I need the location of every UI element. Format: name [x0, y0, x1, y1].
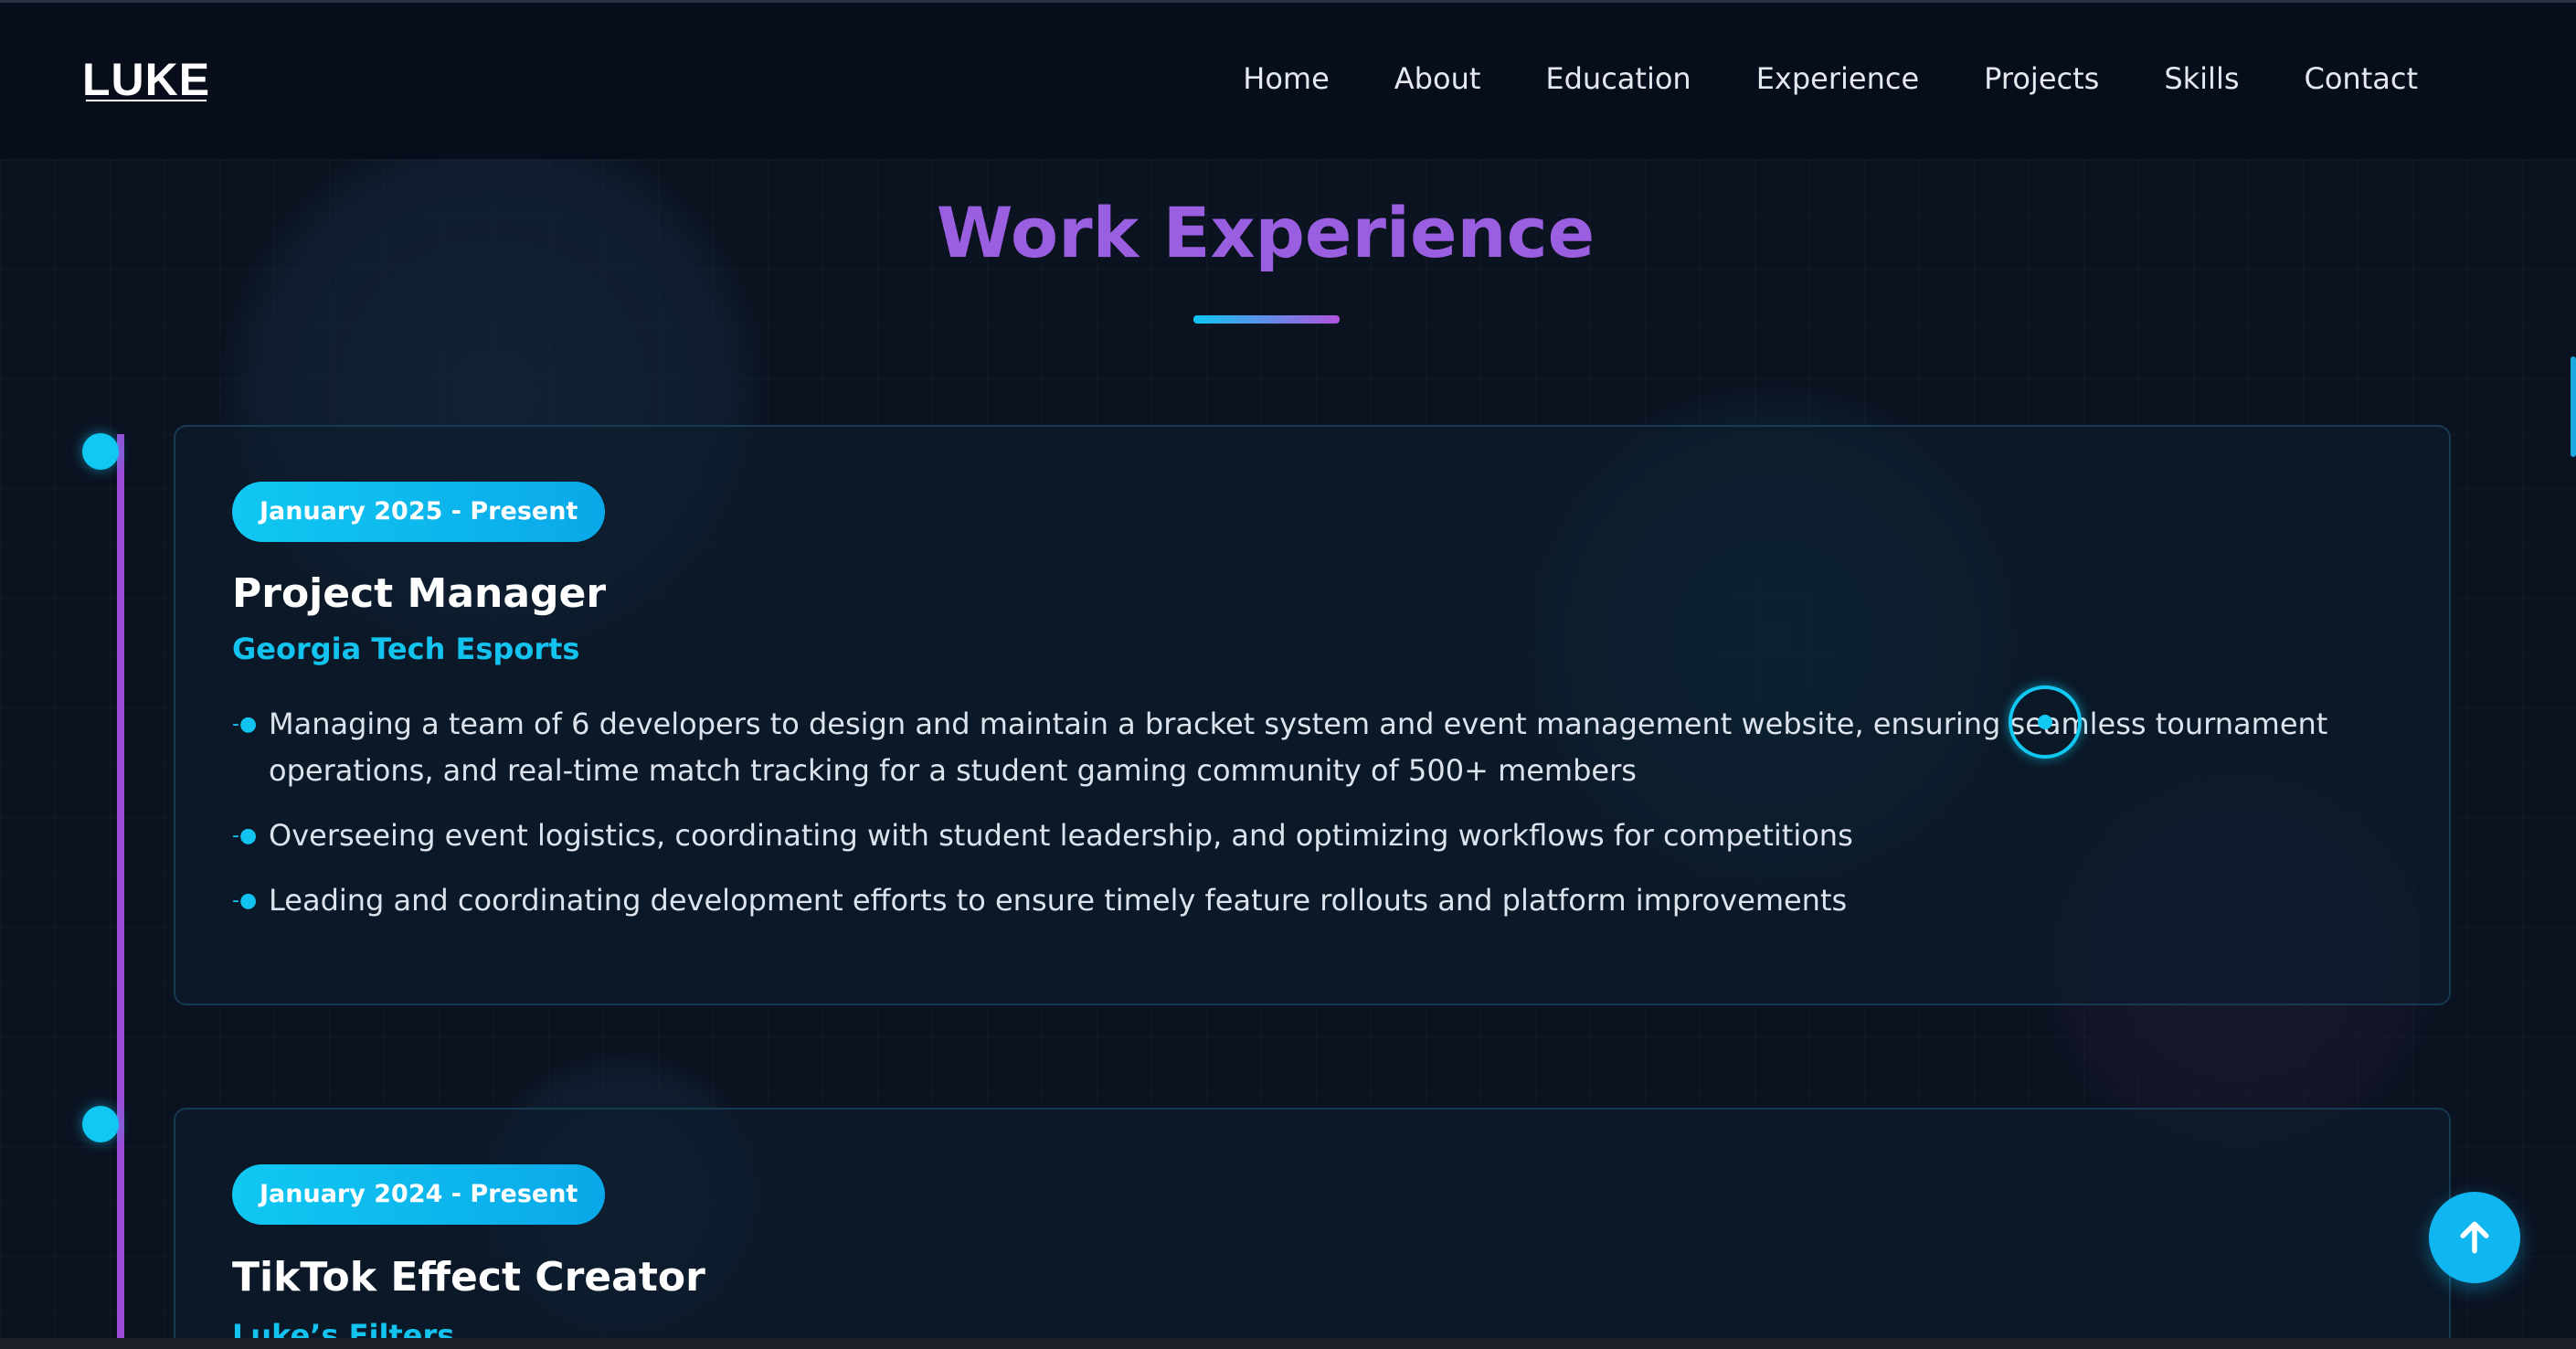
arrow-right-icon: -●: [232, 713, 258, 736]
nav-experience[interactable]: Experience: [1756, 61, 1919, 96]
custom-cursor-dot: [2038, 715, 2052, 729]
list-item: -● Leading and coordinating development …: [232, 877, 2407, 924]
arrow-up-icon: [2460, 1221, 2489, 1254]
list-item: -● Overseeing event logistics, coordinat…: [232, 813, 2407, 859]
date-badge: January 2024 - Present: [232, 1164, 606, 1225]
job-title: Project Manager: [232, 570, 607, 617]
site-header: LUKE Home About Education Experience Pro…: [0, 3, 2576, 160]
job-title: TikTok Effect Creator: [232, 1254, 705, 1301]
arrow-right-icon: -●: [232, 824, 258, 847]
responsibility-list: -● Managing a team of 6 developers to de…: [232, 701, 2407, 942]
nav-education[interactable]: Education: [1545, 61, 1691, 96]
nav-about[interactable]: About: [1394, 61, 1481, 96]
window-bottom-border: [0, 1338, 2576, 1349]
date-badge: January 2025 - Present: [232, 482, 606, 542]
timeline-line: [117, 434, 124, 1339]
nav-home[interactable]: Home: [1243, 61, 1330, 96]
nav-contact[interactable]: Contact: [2305, 61, 2419, 96]
site-logo[interactable]: LUKE: [82, 53, 210, 106]
timeline-dot: [82, 433, 119, 470]
scrollbar-thumb[interactable]: [2571, 356, 2576, 457]
title-underline: [1193, 315, 1340, 324]
arrow-right-icon: -●: [232, 889, 258, 912]
bullet-text: Overseeing event logistics, coordinating…: [269, 818, 1853, 853]
main-nav: Home About Education Experience Projects…: [1178, 61, 2418, 96]
nav-skills[interactable]: Skills: [2164, 61, 2239, 96]
scroll-to-top-button[interactable]: [2429, 1192, 2520, 1283]
company-name: Georgia Tech Esports: [232, 632, 580, 666]
section-title: Work Experience: [936, 192, 1595, 273]
bullet-text: Leading and coordinating development eff…: [269, 883, 1848, 918]
experience-card: January 2025 - Present Project Manager G…: [174, 425, 2451, 1005]
logo-underline: [86, 100, 207, 101]
nav-projects[interactable]: Projects: [1984, 61, 2099, 96]
timeline-dot: [82, 1106, 119, 1142]
experience-card: January 2024 - Present TikTok Effect Cre…: [174, 1108, 2451, 1349]
